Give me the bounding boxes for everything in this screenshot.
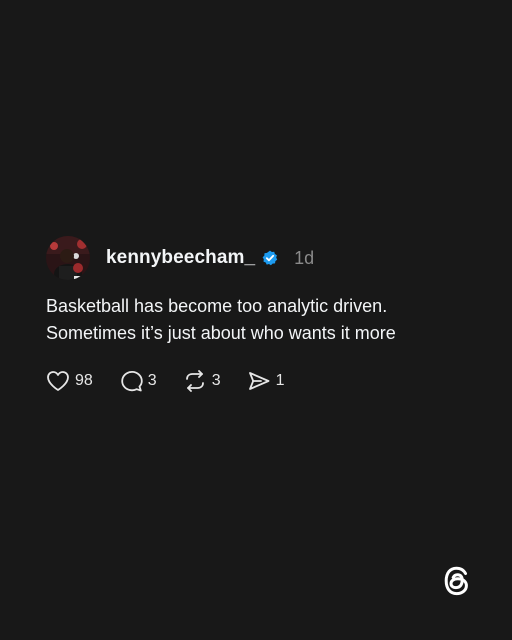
reply-button[interactable]: 3 — [119, 370, 157, 392]
post-text-line-2: Sometimes it’s just about who wants it m… — [46, 323, 396, 343]
like-count: 98 — [75, 372, 93, 389]
reply-count: 3 — [147, 372, 157, 389]
share-button[interactable]: 1 — [247, 370, 285, 392]
post-header: kennybeecham_ 1d — [46, 235, 476, 281]
send-icon — [248, 372, 270, 390]
avatar-image — [46, 236, 90, 280]
post-text: Basketball has become too analytic drive… — [46, 293, 476, 347]
username[interactable]: kennybeecham_ — [106, 247, 255, 269]
heart-icon — [47, 371, 69, 391]
repost-button[interactable]: 3 — [183, 370, 221, 392]
repost-icon — [185, 370, 204, 392]
post-actions: 98 3 3 1 — [46, 369, 476, 393]
repost-count: 3 — [211, 372, 221, 389]
post-time: 1d — [294, 247, 315, 268]
post-card: kennybeecham_ 1d Basketball has become t… — [46, 235, 476, 393]
avatar[interactable] — [46, 236, 90, 280]
threads-logo-icon — [440, 564, 474, 598]
post-text-line-1: Basketball has become too analytic drive… — [46, 296, 388, 316]
comment-icon — [121, 371, 143, 392]
share-count: 1 — [275, 372, 285, 389]
verified-badge-icon — [262, 250, 278, 266]
like-button[interactable]: 98 — [46, 370, 93, 392]
